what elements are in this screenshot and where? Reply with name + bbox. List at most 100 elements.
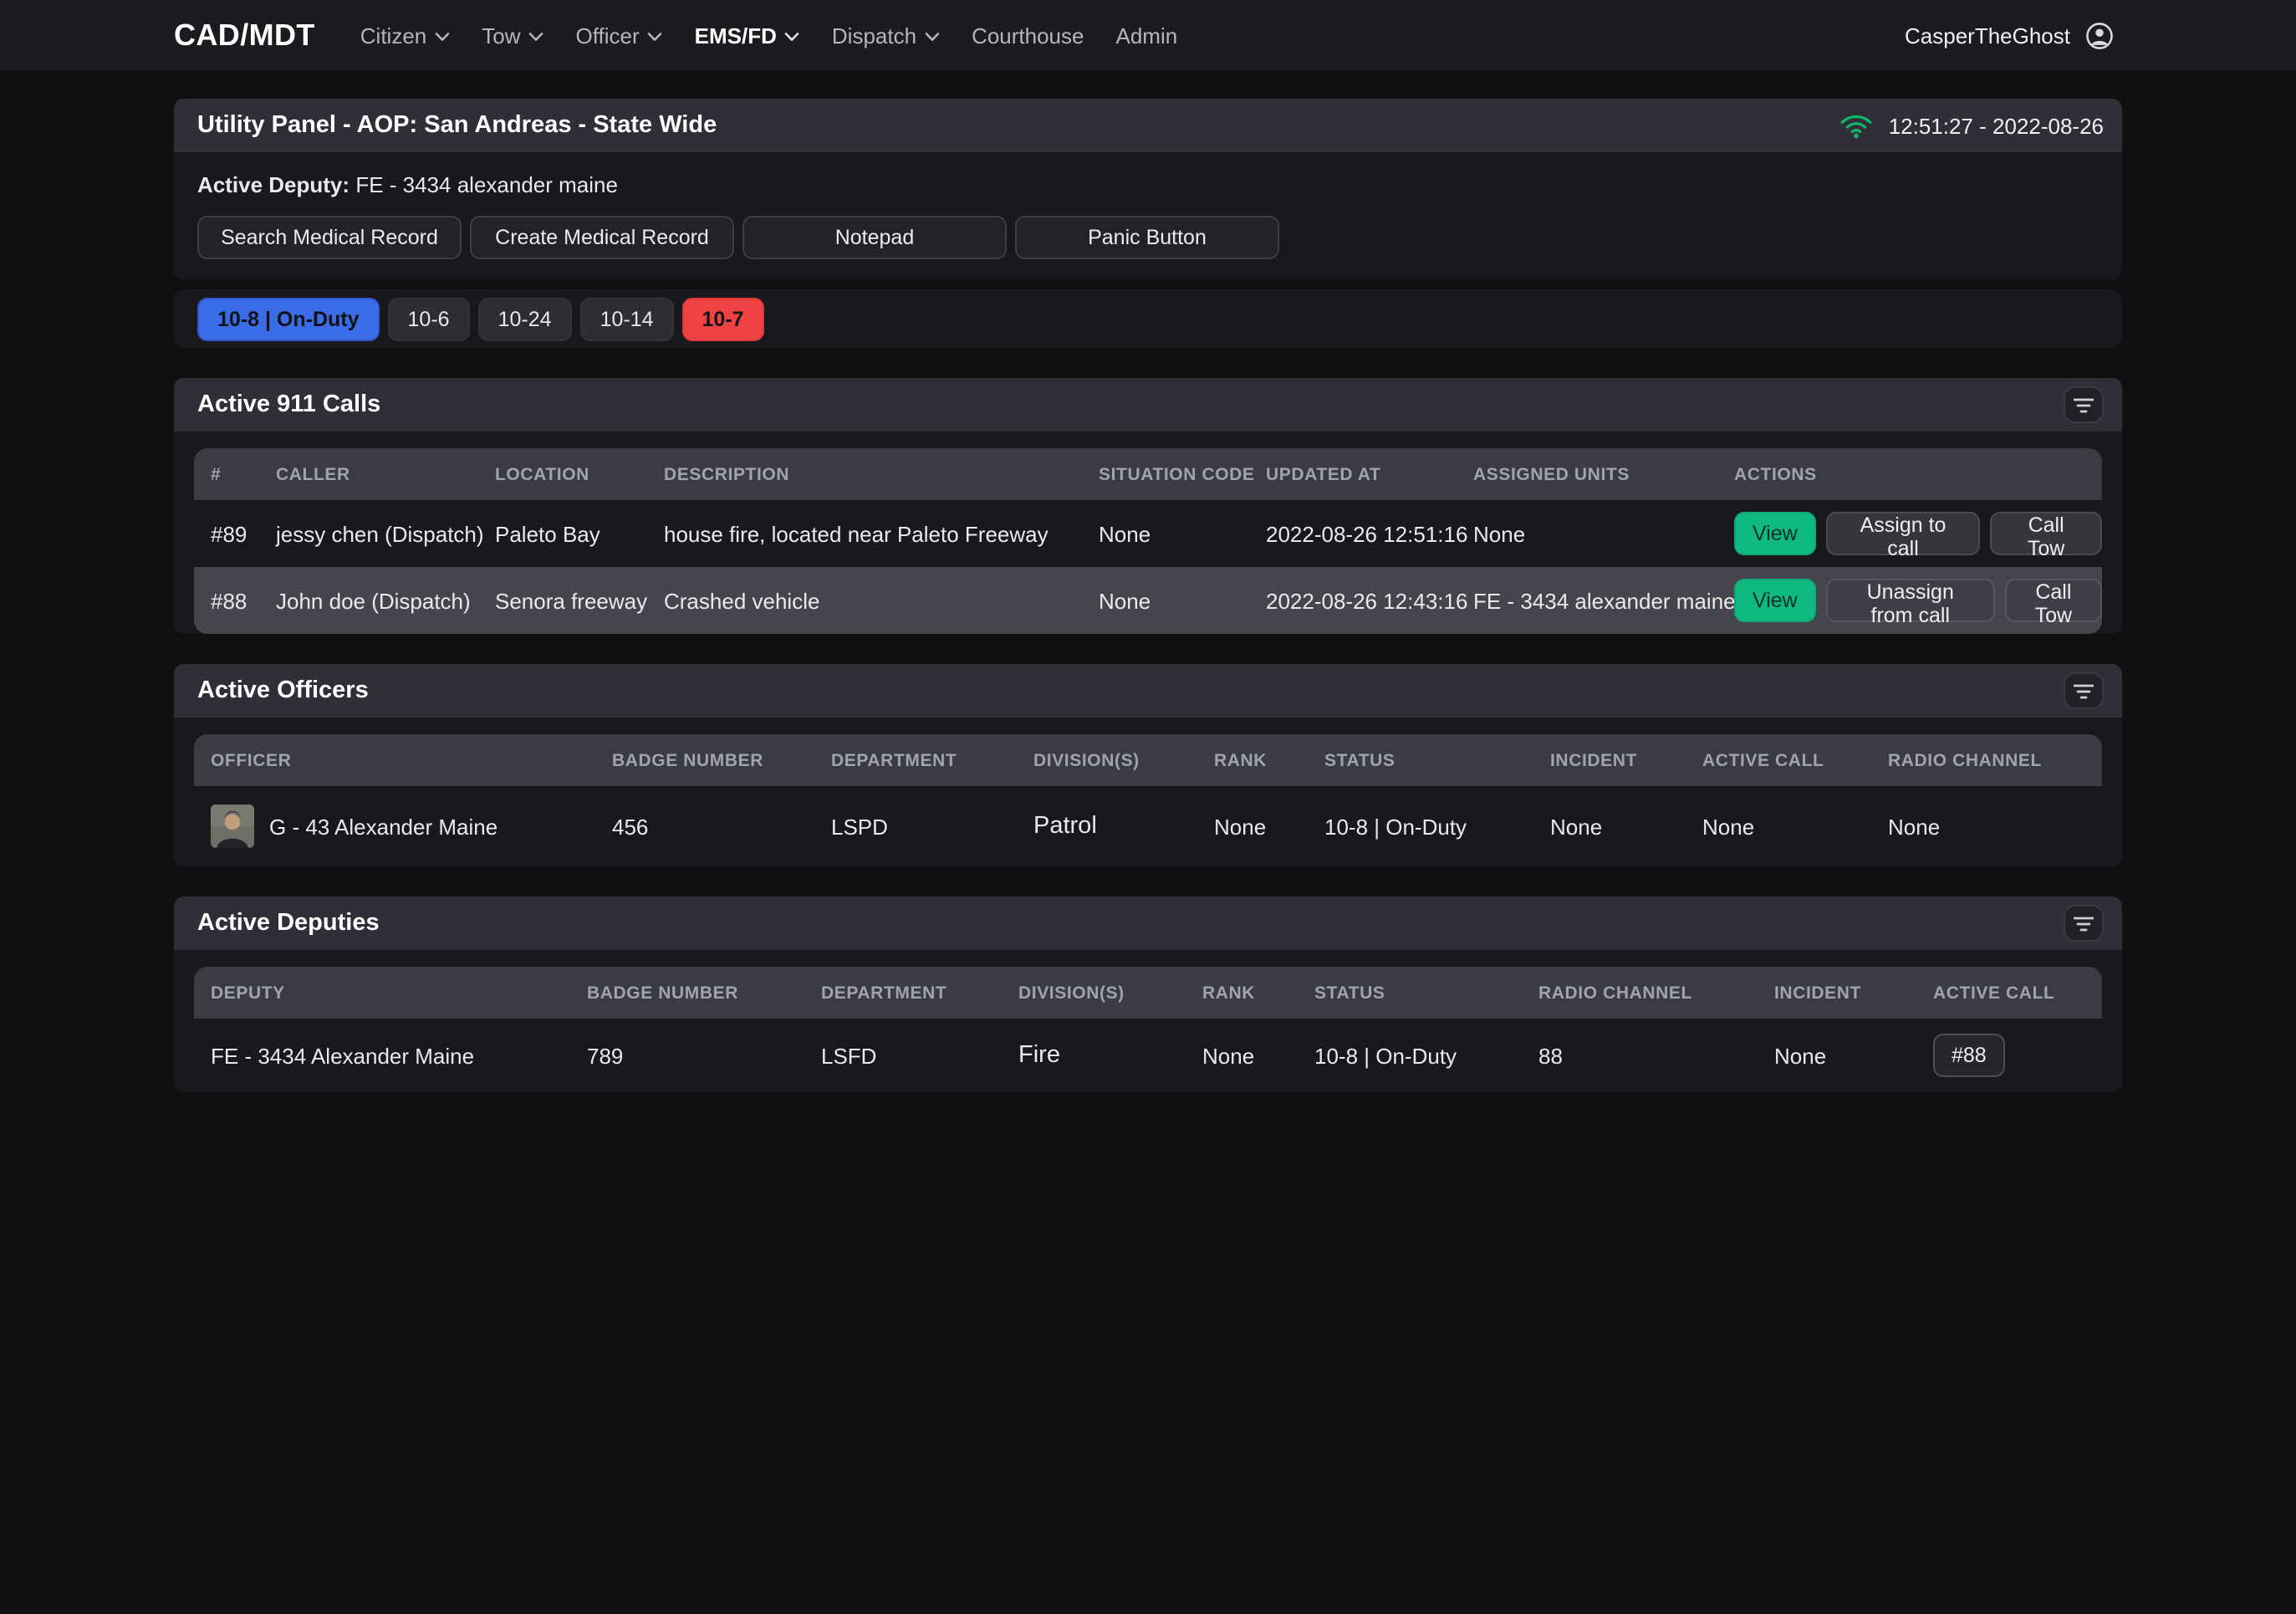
col-department: DEPARTMENT <box>804 983 1002 1003</box>
nav-menu: Citizen Tow Officer EMS/FD Dispatch <box>360 23 1177 48</box>
status-10-6-button[interactable]: 10-6 <box>388 297 470 340</box>
nav-item-label: Admin <box>1116 23 1178 48</box>
col-badge-number: BADGE NUMBER <box>595 750 814 770</box>
connection-status-icon <box>1840 112 1874 139</box>
account-menu-button[interactable]: CasperTheGhost <box>1905 19 2115 51</box>
user-circle-icon <box>2084 19 2115 51</box>
chevron-down-icon <box>529 31 544 41</box>
officer-avatar <box>211 804 254 848</box>
deputies-filter-button[interactable] <box>2064 905 2104 942</box>
utility-panel: Utility Panel - AOP: San Andreas - State… <box>174 99 2122 279</box>
call-number: #88 <box>194 588 259 613</box>
chevron-down-icon <box>648 31 663 41</box>
utility-actions: Search Medical Record Create Medical Rec… <box>197 216 2099 259</box>
col-radio-channel: RADIO CHANNEL <box>1522 983 1758 1003</box>
col-deputy: DEPUTY <box>194 983 570 1003</box>
status-buttons-panel: 10-8 | On-Duty 10-6 10-24 10-14 10-7 <box>174 289 2122 348</box>
col-situation-code: SITUATION CODE <box>1082 464 1249 484</box>
officers-table: OFFICER BADGE NUMBER DEPARTMENT DIVISION… <box>194 734 2102 866</box>
call-description: Crashed vehicle <box>647 588 1082 613</box>
nav-item-citizen[interactable]: Citizen <box>360 23 451 48</box>
active-deputy-label: Active Deputy: <box>197 172 350 197</box>
calls-filter-button[interactable] <box>2064 386 2104 423</box>
nav-item-dispatch[interactable]: Dispatch <box>832 23 940 48</box>
officer-divisions: Patrol <box>1017 813 1197 840</box>
nav-item-emsfd[interactable]: EMS/FD <box>695 23 800 48</box>
col-assigned-units: ASSIGNED UNITS <box>1457 464 1717 484</box>
nav-item-courthouse[interactable]: Courthouse <box>972 23 1084 48</box>
status-10-24-button[interactable]: 10-24 <box>478 297 572 340</box>
view-call-button[interactable]: View <box>1734 512 1816 555</box>
col-updated-at: UPDATED AT <box>1249 464 1457 484</box>
call-tow-button[interactable]: Call Tow <box>2005 579 2102 622</box>
officers-table-header: OFFICER BADGE NUMBER DEPARTMENT DIVISION… <box>194 734 2102 786</box>
main-content: Utility Panel - AOP: San Andreas - State… <box>0 70 2296 1092</box>
filter-icon <box>2074 916 2094 931</box>
notepad-button[interactable]: Notepad <box>742 216 1007 259</box>
view-call-button[interactable]: View <box>1734 579 1816 622</box>
status-10-7-button[interactable]: 10-7 <box>682 297 764 340</box>
status-10-8-button[interactable]: 10-8 | On-Duty <box>197 297 380 340</box>
active-deputy-line: Active Deputy: FE - 3434 alexander maine <box>197 172 2099 197</box>
navbar: CAD/MDT Citizen Tow Officer EMS/FD <box>0 0 2296 70</box>
col-rank: RANK <box>1186 983 1298 1003</box>
col-badge-number: BADGE NUMBER <box>570 983 804 1003</box>
call-tow-button[interactable]: Call Tow <box>1990 512 2102 555</box>
call-number: #89 <box>194 521 259 546</box>
section-title: Active 911 Calls <box>197 391 380 418</box>
deputies-table-header: DEPUTY BADGE NUMBER DEPARTMENT DIVISION(… <box>194 967 2102 1019</box>
app-viewport: CAD/MDT Citizen Tow Officer EMS/FD <box>0 0 2296 1614</box>
search-medical-record-button[interactable]: Search Medical Record <box>197 216 462 259</box>
officers-filter-button[interactable] <box>2064 672 2104 709</box>
deputy-active-call-button[interactable]: #88 <box>1933 1034 2005 1077</box>
officer-name: G - 43 Alexander Maine <box>269 814 497 839</box>
deputy-rank: None <box>1186 1043 1298 1068</box>
officer-radio-channel: None <box>1871 814 2102 839</box>
filter-icon <box>2074 397 2094 412</box>
brand-logo[interactable]: CAD/MDT <box>174 18 315 53</box>
nav-item-label: Officer <box>576 23 640 48</box>
call-assigned-units: None <box>1457 521 1717 546</box>
status-10-14-button[interactable]: 10-14 <box>580 297 674 340</box>
panic-button[interactable]: Panic Button <box>1015 216 1279 259</box>
deputy-divisions: Fire <box>1002 1042 1186 1069</box>
col-caller: CALLER <box>259 464 478 484</box>
officer-rank: None <box>1197 814 1308 839</box>
active-officers-panel: Active Officers OFFICER BADGE NUMBER DEP… <box>174 664 2122 866</box>
unassign-from-call-button[interactable]: Unassign from call <box>1826 579 1995 622</box>
section-title: Active Officers <box>197 677 369 704</box>
officer-status: 10-8 | On-Duty <box>1308 814 1533 839</box>
active-deputies-panel: Active Deputies DEPUTY BADGE NUMBER DEPA… <box>174 896 2122 1092</box>
col-status: STATUS <box>1298 983 1522 1003</box>
assign-to-call-button[interactable]: Assign to call <box>1826 512 1981 555</box>
call-situation-code: None <box>1082 588 1249 613</box>
nav-item-label: Tow <box>482 23 520 48</box>
active-911-calls-header: Active 911 Calls <box>174 378 2122 432</box>
officer-active-call: None <box>1686 814 1871 839</box>
username-label: CasperTheGhost <box>1905 23 2070 48</box>
call-row-88: #88 John doe (Dispatch) Senora freeway C… <box>194 567 2102 634</box>
deputy-radio-channel: 88 <box>1522 1043 1758 1068</box>
nav-item-label: Courthouse <box>972 23 1084 48</box>
create-medical-record-button[interactable]: Create Medical Record <box>470 216 734 259</box>
nav-item-tow[interactable]: Tow <box>482 23 543 48</box>
deputy-department: LSFD <box>804 1043 1002 1068</box>
active-deputies-header: Active Deputies <box>174 896 2122 950</box>
nav-item-admin[interactable]: Admin <box>1116 23 1178 48</box>
chevron-down-icon <box>925 31 940 41</box>
active-deputy-value: FE - 3434 alexander maine <box>355 172 618 197</box>
col-description: DESCRIPTION <box>647 464 1082 484</box>
nav-item-officer[interactable]: Officer <box>576 23 663 48</box>
call-row-89: #89 jessy chen (Dispatch) Paleto Bay hou… <box>194 500 2102 567</box>
active-911-calls-panel: Active 911 Calls # CALLER LOCATION DESCR… <box>174 378 2122 634</box>
col-active-call: ACTIVE CALL <box>1916 983 2102 1003</box>
nav-item-label: Dispatch <box>832 23 916 48</box>
calls-table-header: # CALLER LOCATION DESCRIPTION SITUATION … <box>194 448 2102 500</box>
col-rank: RANK <box>1197 750 1308 770</box>
chevron-down-icon <box>785 31 800 41</box>
call-caller: jessy chen (Dispatch) <box>259 521 478 546</box>
call-assigned-units: FE - 3434 alexander maine <box>1457 588 1717 613</box>
officer-badge: 456 <box>595 814 814 839</box>
col-divisions: DIVISION(S) <box>1017 750 1197 770</box>
col-incident: INCIDENT <box>1533 750 1686 770</box>
